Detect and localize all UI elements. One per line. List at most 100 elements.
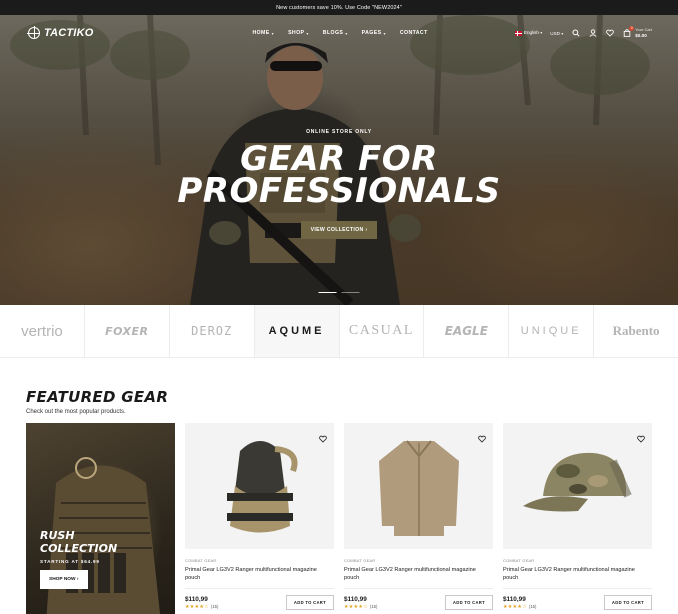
logo-text: TACTIKO bbox=[44, 27, 94, 39]
wishlist-heart-icon[interactable] bbox=[319, 430, 327, 443]
price-row: $110,99 ★★★★☆ (15) ADD TO CART bbox=[344, 595, 493, 610]
divider bbox=[344, 588, 493, 589]
language-selector[interactable]: English ▾ bbox=[514, 30, 543, 36]
divider bbox=[185, 588, 334, 589]
brand-logo-aqume[interactable]: AQUME bbox=[254, 305, 340, 357]
featured-gear-section: FEATURED GEAR Check out the most popular… bbox=[0, 358, 678, 614]
star-rating-icon: ★★★★☆ bbox=[503, 603, 527, 610]
product-image-knee-pads[interactable] bbox=[185, 423, 334, 549]
wishlist-heart-icon[interactable] bbox=[605, 29, 614, 38]
promo-subtitle: STARTING AT $64.99 bbox=[40, 559, 100, 564]
section-subtitle: Check out the most popular products. bbox=[26, 409, 126, 415]
search-icon[interactable] bbox=[571, 29, 580, 38]
brand-logo-rabento[interactable]: Rabento bbox=[594, 305, 678, 357]
chevron-down-icon: ▾ bbox=[383, 30, 386, 36]
slider-dot[interactable] bbox=[341, 291, 360, 293]
brand-logo-eagle[interactable]: EAGLE bbox=[424, 305, 510, 357]
main-navigation: TACTIKO HOME ▾ SHOP ▾ BLOGS ▾ PAGES ▾ CONTAC… bbox=[0, 15, 678, 51]
menu-label-contact: CONTACT bbox=[399, 30, 428, 36]
menu-item-blogs[interactable]: BLOGS ▾ bbox=[323, 30, 348, 36]
add-to-cart-button[interactable]: ADD TO CART bbox=[444, 595, 493, 610]
product-grid: RUSH COLLECTION STARTING AT $64.99 SHOP … bbox=[26, 423, 652, 614]
price-row: $110,99 ★★★★☆ (15) ADD TO CART bbox=[503, 595, 652, 610]
brand-logo-vertrio[interactable]: vertrio bbox=[0, 305, 85, 357]
shop-now-button[interactable]: SHOP NOW › bbox=[40, 570, 88, 589]
section-title: FEATURED GEAR bbox=[26, 388, 169, 406]
crosshair-logo-icon bbox=[27, 26, 40, 39]
menu-label-home: HOME bbox=[252, 30, 270, 36]
product-name[interactable]: Primal Gear LG3V2 Ranger multifunctional… bbox=[503, 566, 652, 582]
currency-selector[interactable]: USD ▾ bbox=[550, 31, 563, 36]
product-price: $110,99 bbox=[185, 595, 208, 603]
brand-logo-foxer[interactable]: FOXER bbox=[85, 305, 170, 357]
chevron-down-icon: ▾ bbox=[271, 30, 275, 36]
product-category: COMBAT GEAR bbox=[344, 558, 376, 563]
chevron-down-icon: ▾ bbox=[540, 30, 543, 36]
announcement-bar: New customers save 10%. Use Code "NEW202… bbox=[0, 0, 678, 15]
brand-logo-unique[interactable]: UNIQUE bbox=[509, 305, 595, 357]
product-name[interactable]: Primal Gear LG3V2 Ranger multifunctional… bbox=[185, 566, 334, 582]
announcement-text: New customers save 10%. Use Code "NEW202… bbox=[276, 4, 402, 11]
product-rating: ★★★★☆ (15) bbox=[503, 604, 536, 610]
product-rating: ★★★★☆ (15) bbox=[185, 604, 218, 610]
shopping-bag-icon: 0 bbox=[622, 25, 635, 38]
star-rating-icon: ★★★★☆ bbox=[344, 603, 368, 610]
cart-amount: $0.00 bbox=[635, 32, 647, 38]
hero-banner: TACTIKO HOME ▾ SHOP ▾ BLOGS ▾ PAGES ▾ CONTAC… bbox=[0, 15, 678, 305]
shop-now-label: SHOP NOW bbox=[49, 577, 76, 582]
menu-item-shop[interactable]: SHOP ▾ bbox=[288, 30, 309, 36]
product-category: COMBAT GEAR bbox=[503, 558, 535, 563]
promo-card[interactable]: RUSH COLLECTION STARTING AT $64.99 SHOP … bbox=[26, 423, 175, 614]
slider-dot[interactable] bbox=[318, 291, 337, 293]
brand-strip: vertrio FOXER DEROZ AQUME CASUAL EAGLE U… bbox=[0, 305, 678, 358]
wishlist-heart-icon[interactable] bbox=[478, 430, 486, 443]
promo-text: RUSH COLLECTION STARTING AT $64.99 SHOP … bbox=[40, 529, 117, 589]
cap-illustration bbox=[522, 452, 632, 512]
product-name[interactable]: Primal Gear LG3V2 Ranger multifunctional… bbox=[344, 566, 493, 582]
hero-title-line2: PROFESSIONALS bbox=[177, 171, 501, 211]
menu-item-contact[interactable]: CONTACT bbox=[400, 30, 428, 36]
divider bbox=[503, 588, 652, 589]
review-count: (15) bbox=[369, 604, 378, 609]
chevron-down-icon: ▾ bbox=[561, 30, 564, 36]
promo-title-line2: COLLECTION bbox=[40, 542, 118, 555]
product-card[interactable]: COMBAT GEAR Primal Gear LG3V2 Ranger mul… bbox=[503, 423, 652, 614]
promo-title: RUSH COLLECTION bbox=[40, 529, 117, 555]
brand-logo-casual[interactable]: CASUAL bbox=[340, 305, 425, 357]
view-collection-button[interactable]: VIEW COLLECTION › bbox=[300, 221, 378, 239]
menu-label-pages: PAGES bbox=[361, 30, 382, 36]
review-count: (15) bbox=[210, 604, 219, 609]
chevron-down-icon: ▾ bbox=[306, 30, 309, 36]
nav-utilities: English ▾ USD ▾ 0 Your Cart $0.00 bbox=[514, 25, 652, 38]
menu-item-pages[interactable]: PAGES ▾ bbox=[362, 30, 386, 36]
menu-item-home[interactable]: HOME ▾ bbox=[252, 30, 274, 36]
star-rating-icon: ★★★★☆ bbox=[185, 603, 209, 610]
price-row: $110,99 ★★★★☆ (15) ADD TO CART bbox=[185, 595, 334, 610]
product-image-fleece-jacket[interactable] bbox=[344, 423, 493, 549]
hero-eyebrow: ONLINE STORE ONLY bbox=[306, 129, 372, 135]
product-card[interactable]: COMBAT GEAR Primal Gear LG3V2 Ranger mul… bbox=[185, 423, 334, 614]
language-label: English bbox=[523, 30, 539, 36]
view-collection-label: VIEW COLLECTION bbox=[310, 227, 364, 233]
account-icon[interactable] bbox=[588, 29, 597, 38]
jacket-illustration bbox=[378, 440, 459, 536]
add-to-cart-button[interactable]: ADD TO CART bbox=[603, 595, 652, 610]
chevron-right-icon: › bbox=[365, 227, 368, 233]
currency-label: USD bbox=[550, 30, 560, 36]
product-rating: ★★★★☆ (15) bbox=[344, 604, 377, 610]
slider-pagination bbox=[318, 291, 360, 293]
add-to-cart-button[interactable]: ADD TO CART bbox=[285, 595, 334, 610]
product-card[interactable]: COMBAT GEAR Primal Gear LG3V2 Ranger mul… bbox=[344, 423, 493, 614]
hero-title: GEAR FOR PROFESSIONALS bbox=[0, 142, 678, 208]
cart-button[interactable]: 0 Your Cart $0.00 bbox=[622, 25, 652, 38]
product-price: $110,99 bbox=[503, 595, 526, 603]
hero-content: ONLINE STORE ONLY GEAR FOR PROFESSIONALS… bbox=[0, 129, 678, 239]
chevron-down-icon: ▾ bbox=[345, 30, 348, 36]
product-image-camo-cap[interactable] bbox=[503, 423, 652, 549]
wishlist-heart-icon[interactable] bbox=[637, 430, 645, 443]
brand-logo-deroz[interactable]: DEROZ bbox=[170, 305, 255, 357]
menu-label-blogs: BLOGS bbox=[322, 30, 344, 36]
cart-count-badge: 0 bbox=[629, 25, 635, 31]
site-logo[interactable]: TACTIKO bbox=[27, 26, 94, 39]
product-category: COMBAT GEAR bbox=[185, 558, 217, 563]
